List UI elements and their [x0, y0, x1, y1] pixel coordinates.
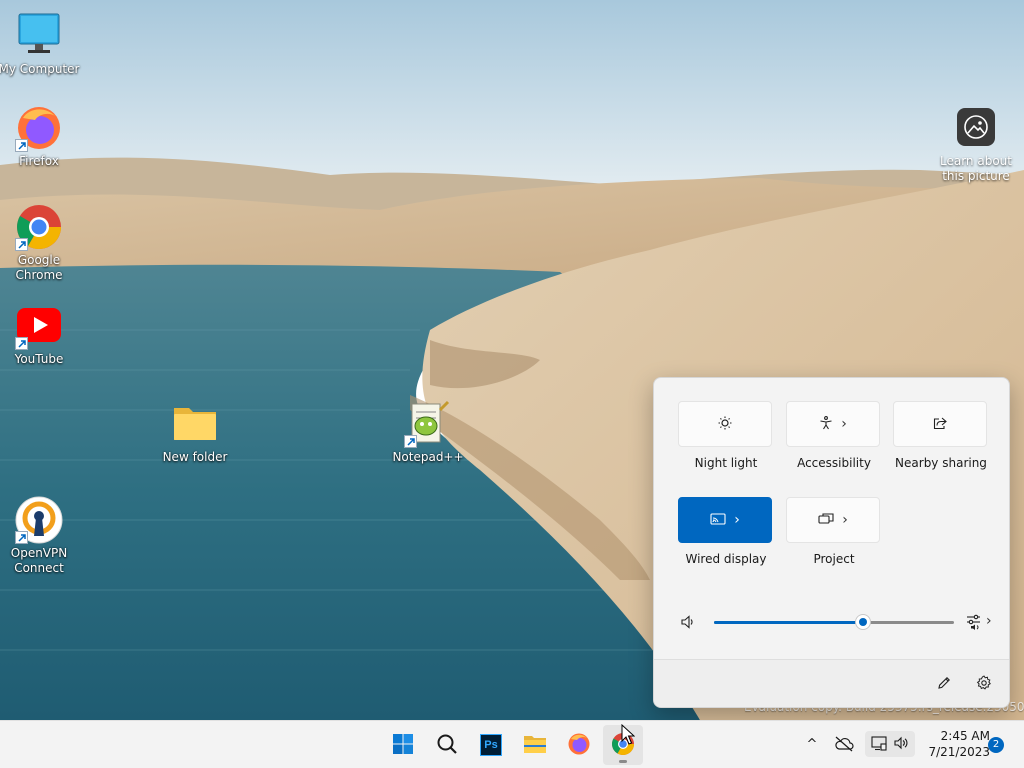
notepad-plus-plus-label: Notepad++	[392, 450, 464, 464]
file-explorer-icon	[523, 733, 547, 758]
volume-slider-thumb[interactable]	[855, 615, 870, 629]
photoshop-taskbar-button[interactable]: Ps	[471, 725, 511, 765]
taskbar: Ps ^ 2:45 AM 7/21/2023 2	[0, 720, 1024, 768]
my-computer-label: My Computer	[0, 62, 80, 76]
learn-about-picture-label: Learn about this picture	[940, 154, 1012, 183]
show-hidden-icons-button[interactable]: ^	[801, 733, 823, 755]
speaker-icon[interactable]	[680, 614, 696, 633]
quick-settings-footer	[654, 659, 1009, 707]
folder-icon	[171, 400, 219, 448]
google-chrome-shortcut[interactable]: Google Chrome	[0, 203, 81, 283]
project-button[interactable]: ›	[786, 497, 880, 543]
accessibility-button[interactable]: ›	[786, 401, 880, 447]
notepad-plus-plus-icon	[404, 400, 452, 448]
accessibility-icon	[819, 415, 833, 433]
openvpn-connect-label: OpenVPN Connect	[10, 546, 68, 575]
image-search-icon	[957, 108, 995, 146]
mouse-cursor-icon	[621, 724, 635, 745]
volume-icon	[893, 735, 909, 754]
network-volume-tray-button[interactable]	[865, 731, 915, 757]
photoshop-icon-text: Ps	[484, 739, 498, 751]
google-chrome-label: Google Chrome	[15, 253, 63, 282]
volume-row: ›	[680, 611, 1000, 633]
tile-project[interactable]: › Project	[786, 497, 882, 566]
search-button[interactable]	[427, 725, 467, 765]
nearby-sharing-label: Nearby sharing	[895, 456, 987, 470]
my-computer-shortcut[interactable]: My Computer	[0, 12, 81, 77]
night-light-label: Night light	[694, 456, 758, 470]
project-icon	[818, 512, 834, 529]
chevron-up-icon: ^	[806, 736, 818, 752]
openvpn-icon	[15, 496, 63, 544]
cast-icon	[710, 512, 726, 529]
onedrive-offline-icon[interactable]	[833, 733, 855, 755]
volume-slider-fill	[714, 621, 863, 624]
youtube-shortcut[interactable]: YouTube	[0, 302, 81, 367]
chevron-right-icon[interactable]: ›	[841, 417, 847, 431]
brightness-icon	[718, 416, 732, 433]
shortcut-arrow-icon	[15, 139, 28, 152]
volume-slider[interactable]	[714, 615, 954, 629]
night-light-button[interactable]	[678, 401, 772, 447]
new-folder-label: New folder	[162, 450, 228, 464]
settings-gear-icon[interactable]	[976, 675, 992, 694]
learn-about-picture[interactable]: Learn about this picture	[936, 108, 1016, 184]
running-indicator	[619, 760, 627, 763]
firefox-label: Firefox	[19, 154, 59, 168]
tile-night-light[interactable]: Night light	[678, 401, 774, 470]
monitor-icon	[15, 12, 63, 60]
chevron-right-icon[interactable]: ›	[842, 513, 848, 527]
start-button[interactable]	[383, 725, 423, 765]
shortcut-arrow-icon	[15, 337, 28, 350]
photoshop-icon: Ps	[480, 734, 502, 756]
chevron-right-icon[interactable]: ›	[986, 614, 992, 628]
notepad-plus-plus-shortcut[interactable]: Notepad++	[386, 400, 470, 465]
youtube-label: YouTube	[14, 352, 64, 366]
firefox-icon	[567, 732, 591, 759]
audio-output-icon[interactable]	[966, 613, 986, 634]
tile-wired-display[interactable]: › Wired display	[678, 497, 774, 566]
project-label: Project	[813, 552, 855, 566]
clock[interactable]: 2:45 AM 7/21/2023	[918, 728, 990, 760]
tile-nearby-sharing[interactable]: Nearby sharing	[893, 401, 989, 470]
firefox-icon	[15, 104, 63, 152]
wired-display-button[interactable]: ›	[678, 497, 772, 543]
clock-date: 7/21/2023	[928, 745, 990, 759]
tile-accessibility[interactable]: › Accessibility	[786, 401, 882, 470]
youtube-icon	[15, 302, 63, 350]
accessibility-label: Accessibility	[797, 456, 871, 470]
firefox-taskbar-button[interactable]	[559, 725, 599, 765]
file-explorer-taskbar-button[interactable]	[515, 725, 555, 765]
shortcut-arrow-icon	[15, 531, 28, 544]
chrome-icon	[15, 203, 63, 251]
wired-display-label: Wired display	[685, 552, 767, 566]
network-wired-icon	[871, 735, 887, 754]
shortcut-arrow-icon	[15, 238, 28, 251]
share-icon	[933, 416, 947, 433]
clock-time: 2:45 AM	[940, 729, 990, 743]
shortcut-arrow-icon	[404, 435, 417, 448]
nearby-sharing-button[interactable]	[893, 401, 987, 447]
quick-settings-panel: Night light › Accessibility Nearby shari…	[653, 377, 1010, 708]
search-icon	[436, 733, 458, 758]
new-folder[interactable]: New folder	[153, 400, 237, 465]
openvpn-connect-shortcut[interactable]: OpenVPN Connect	[0, 496, 81, 576]
windows-start-icon	[392, 733, 414, 758]
notification-badge[interactable]: 2	[988, 737, 1004, 753]
chevron-right-icon[interactable]: ›	[734, 513, 740, 527]
edit-pencil-icon[interactable]	[936, 675, 952, 694]
firefox-shortcut[interactable]: Firefox	[0, 104, 81, 169]
